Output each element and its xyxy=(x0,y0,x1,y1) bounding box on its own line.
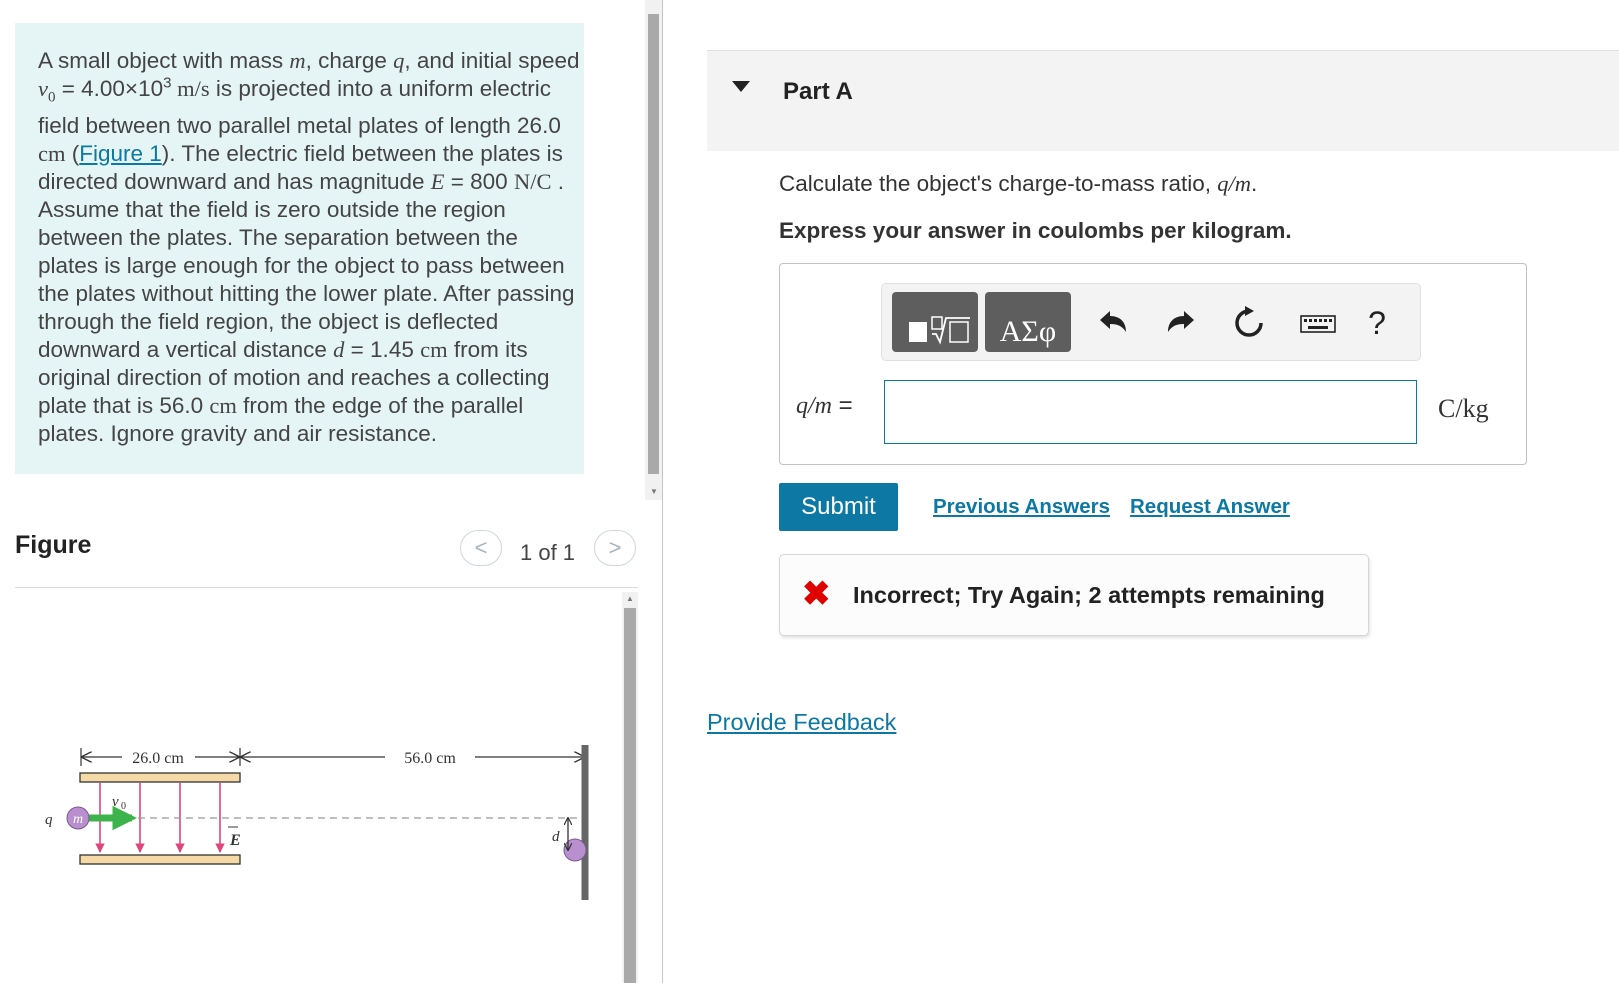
math-toolbar: ΑΣφ ? xyxy=(881,283,1421,361)
mass-label: m xyxy=(73,812,83,827)
dimension-distance: 56.0 cm xyxy=(239,748,585,767)
velocity-label: v xyxy=(112,794,119,810)
figure-divider xyxy=(15,587,638,588)
figure-counter: 1 of 1 xyxy=(520,540,576,565)
deflection-label: d xyxy=(552,829,560,845)
question-text: Calculate the object's charge-to-mass ra… xyxy=(779,171,1258,196)
keyboard-icon[interactable] xyxy=(1298,304,1336,342)
provide-feedback-link[interactable]: Provide Feedback xyxy=(707,709,896,736)
previous-answers-link[interactable]: Previous Answers xyxy=(933,495,1110,519)
velocity-subscript: 0 xyxy=(121,801,126,812)
submit-button[interactable]: Submit xyxy=(779,483,898,531)
part-title: Part A xyxy=(783,78,853,105)
problem-text: A small object with mass m, charge q, an… xyxy=(38,48,580,446)
reset-icon[interactable] xyxy=(1230,304,1268,342)
answer-label: q/m = xyxy=(796,392,853,419)
help-button[interactable]: ? xyxy=(1358,304,1396,342)
answer-unit: C/kg xyxy=(1438,394,1489,423)
scrollbar-thumb[interactable] xyxy=(648,14,659,474)
pane-divider xyxy=(662,0,663,983)
field-label: E xyxy=(229,832,241,849)
particle-final xyxy=(563,838,587,862)
collapse-caret-icon[interactable] xyxy=(732,81,750,92)
figure-next-button[interactable]: > xyxy=(594,530,636,566)
problem-scrollbar[interactable]: ▼ xyxy=(645,0,662,500)
answer-input[interactable] xyxy=(884,380,1417,444)
dimension-length: 26.0 cm xyxy=(80,748,240,767)
templates-button[interactable] xyxy=(892,292,978,352)
scroll-down-icon[interactable]: ▼ xyxy=(650,487,658,496)
part-a-header[interactable]: Part A xyxy=(707,50,1619,151)
answer-panel: ΑΣφ ? q/m = C/kg xyxy=(779,263,1527,465)
figure-prev-button[interactable]: < xyxy=(460,530,502,566)
incorrect-icon: ✖ xyxy=(802,575,831,613)
scroll-up-icon[interactable]: ▲ xyxy=(626,594,634,603)
answer-instruction: Express your answer in coulombs per kilo… xyxy=(779,218,1292,243)
charge-label: q xyxy=(45,812,53,828)
upper-plate xyxy=(79,772,241,783)
scrollbar-thumb[interactable] xyxy=(624,608,636,983)
request-answer-link[interactable]: Request Answer xyxy=(1130,495,1290,519)
feedback-message: ✖ Incorrect; Try Again; 2 attempts remai… xyxy=(779,554,1369,636)
distance-label: 56.0 cm xyxy=(404,750,456,767)
redo-icon[interactable] xyxy=(1162,304,1200,342)
figure-title: Figure xyxy=(15,531,92,559)
figure-diagram: 26.0 cm 56.0 cm E v 0 m q d xyxy=(45,745,589,900)
templates-icon xyxy=(909,316,970,345)
feedback-text: Incorrect; Try Again; 2 attempts remaini… xyxy=(853,582,1325,608)
length-label: 26.0 cm xyxy=(132,750,184,767)
problem-statement: A small object with mass m, charge q, an… xyxy=(15,23,584,474)
figure-scrollbar[interactable]: ▲ xyxy=(622,592,638,983)
figure-link[interactable]: Figure 1 xyxy=(79,141,162,166)
lower-plate xyxy=(79,854,241,865)
symbols-button[interactable]: ΑΣφ xyxy=(985,292,1071,352)
undo-icon[interactable] xyxy=(1094,304,1132,342)
